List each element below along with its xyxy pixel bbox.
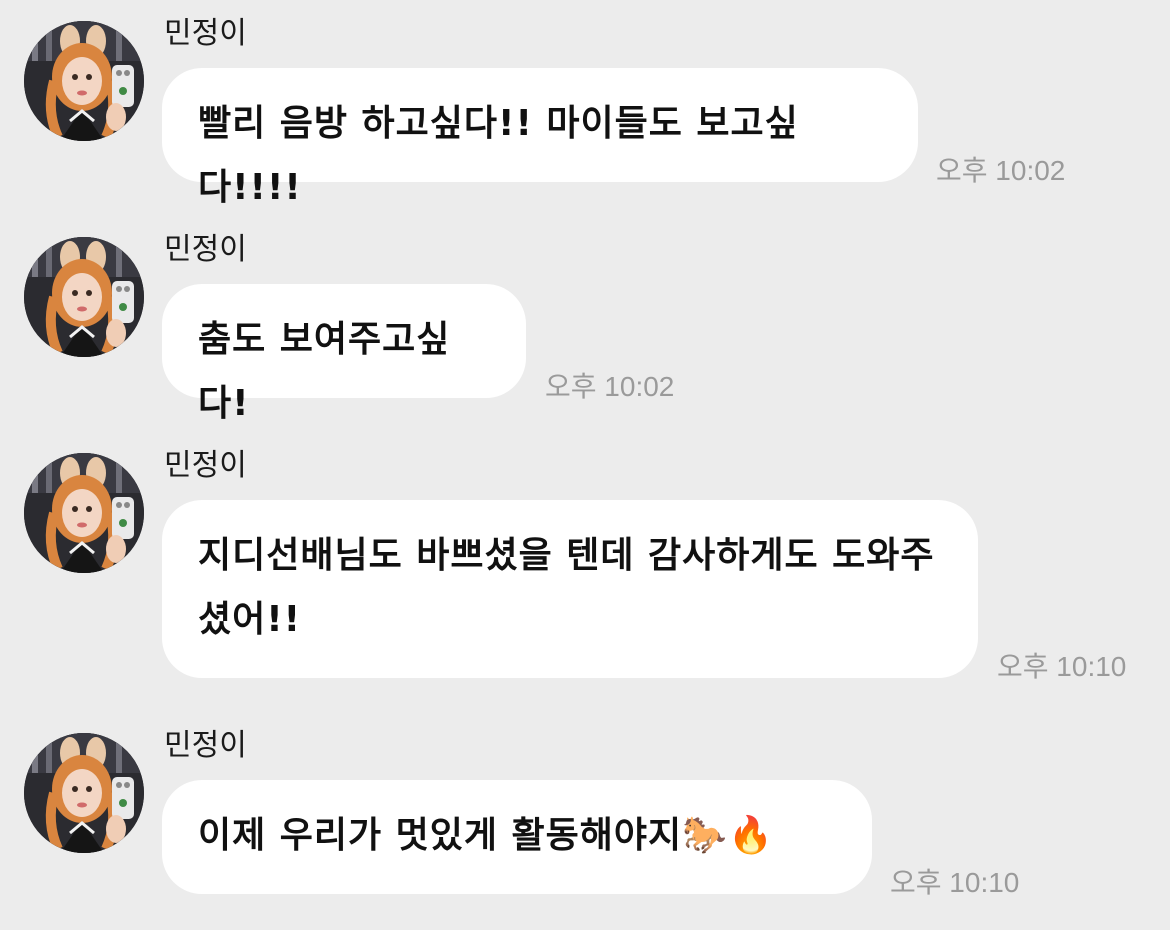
avatar[interactable] <box>24 453 144 573</box>
sender-name[interactable]: 민정이 <box>164 726 247 766</box>
sender-name[interactable]: 민정이 <box>164 446 247 486</box>
timestamp: 오후 10:02 <box>545 371 675 402</box>
avatar[interactable] <box>24 237 144 357</box>
message-text: 지디선배님도 바쁘셨을 텐데 감사하게도 도와주셨어!! <box>198 535 935 640</box>
timestamp: 오후 10:10 <box>997 651 1127 682</box>
sender-name[interactable]: 민정이 <box>164 230 247 270</box>
message-bubble[interactable]: 이제 우리가 멋있게 활동해야지🐎🔥 <box>162 780 872 894</box>
timestamp: 오후 10:02 <box>936 155 1066 186</box>
avatar[interactable] <box>24 21 144 141</box>
message-text: 이제 우리가 멋있게 활동해야지 <box>198 815 683 856</box>
timestamp: 오후 10:10 <box>890 867 1020 898</box>
horse-fire-emoji-icon: 🐎🔥 <box>682 815 774 856</box>
message-bubble[interactable]: 빨리 음방 하고싶다!! 마이들도 보고싶다!!!! <box>162 68 918 208</box>
sender-name[interactable]: 민정이 <box>164 14 247 54</box>
message-text: 빨리 음방 하고싶다!! 마이들도 보고싶다!!!! <box>198 103 799 208</box>
message-text: 춤도 보여주고싶다! <box>198 319 451 424</box>
message-bubble[interactable]: 춤도 보여주고싶다! <box>162 284 526 424</box>
message-bubble[interactable]: 지디선배님도 바쁘셨을 텐데 감사하게도 도와주셨어!! <box>162 500 978 678</box>
avatar[interactable] <box>24 733 144 853</box>
